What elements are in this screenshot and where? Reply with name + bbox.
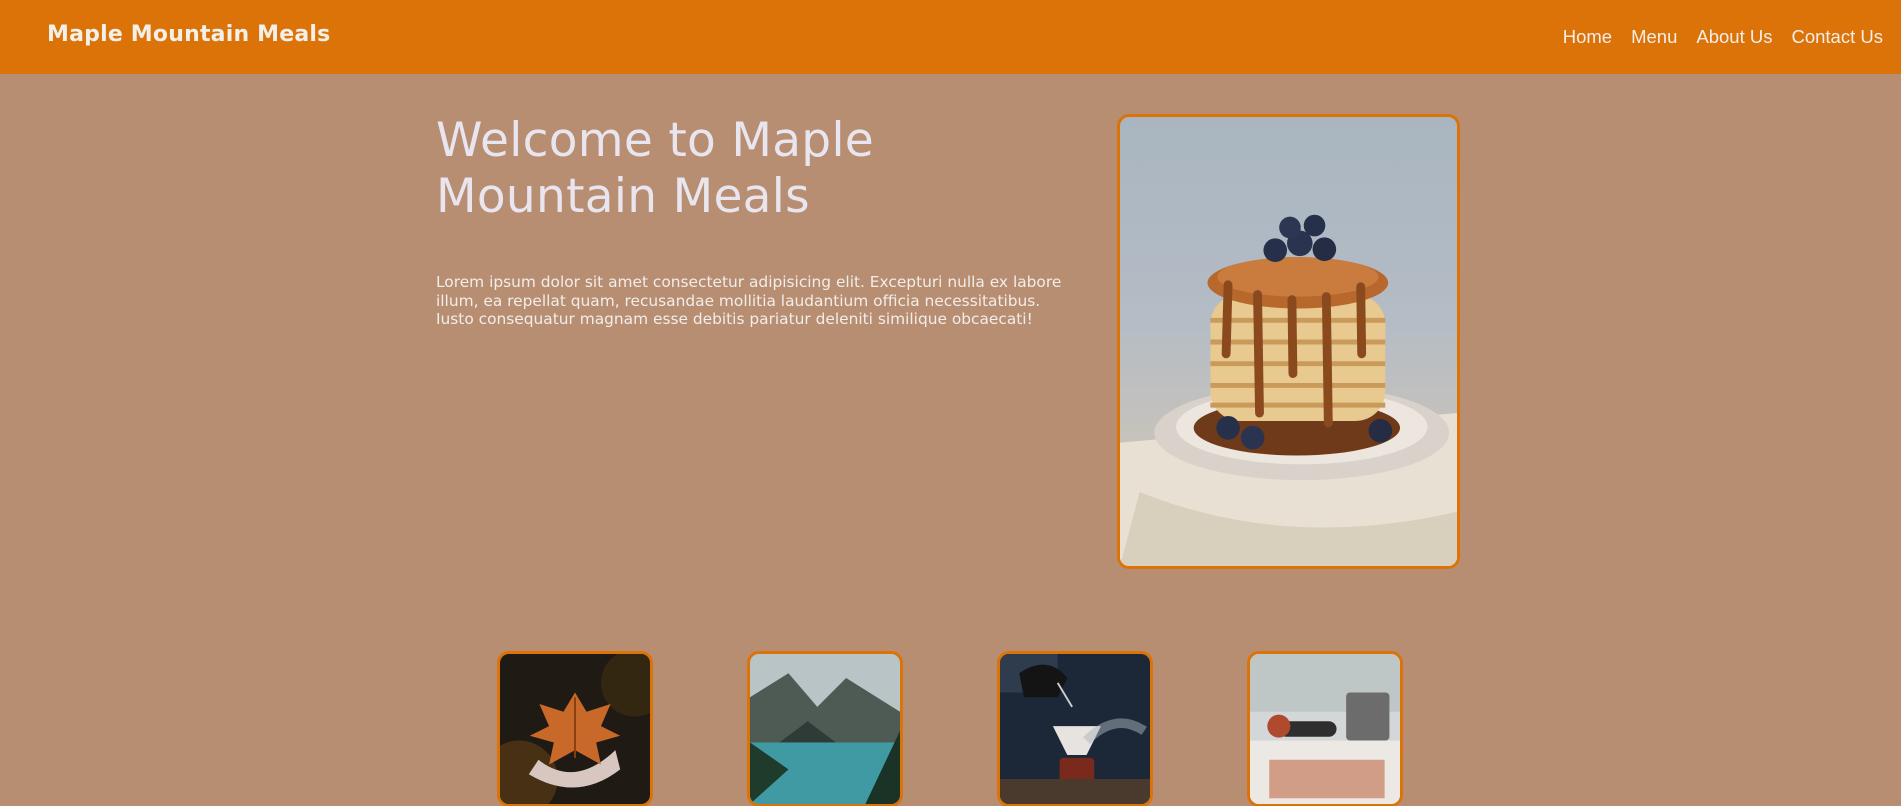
nav-link-about-us[interactable]: About Us — [1696, 26, 1772, 48]
kitchen-cooking-thumbnail[interactable] — [1247, 651, 1403, 806]
hero-title: Welcome to Maple Mountain Meals — [436, 113, 875, 224]
coffee-pour-thumbnail[interactable] — [997, 651, 1153, 806]
nav-link-contact-us[interactable]: Contact Us — [1791, 26, 1883, 48]
nav-link-menu[interactable]: Menu — [1631, 26, 1677, 48]
brand-logo[interactable]: Maple Mountain Meals — [47, 22, 330, 47]
maple-leaf-thumbnail[interactable] — [497, 651, 653, 806]
pancake-stack-image — [1117, 114, 1460, 569]
mountain-lake-thumbnail[interactable] — [747, 651, 903, 806]
nav-links: Home Menu About Us Contact Us — [1563, 26, 1883, 48]
top-navbar: Maple Mountain Meals Home Menu About Us … — [0, 0, 1901, 74]
nav-link-home[interactable]: Home — [1563, 26, 1612, 48]
hero-description: Lorem ipsum dolor sit amet consectetur a… — [436, 273, 1062, 328]
